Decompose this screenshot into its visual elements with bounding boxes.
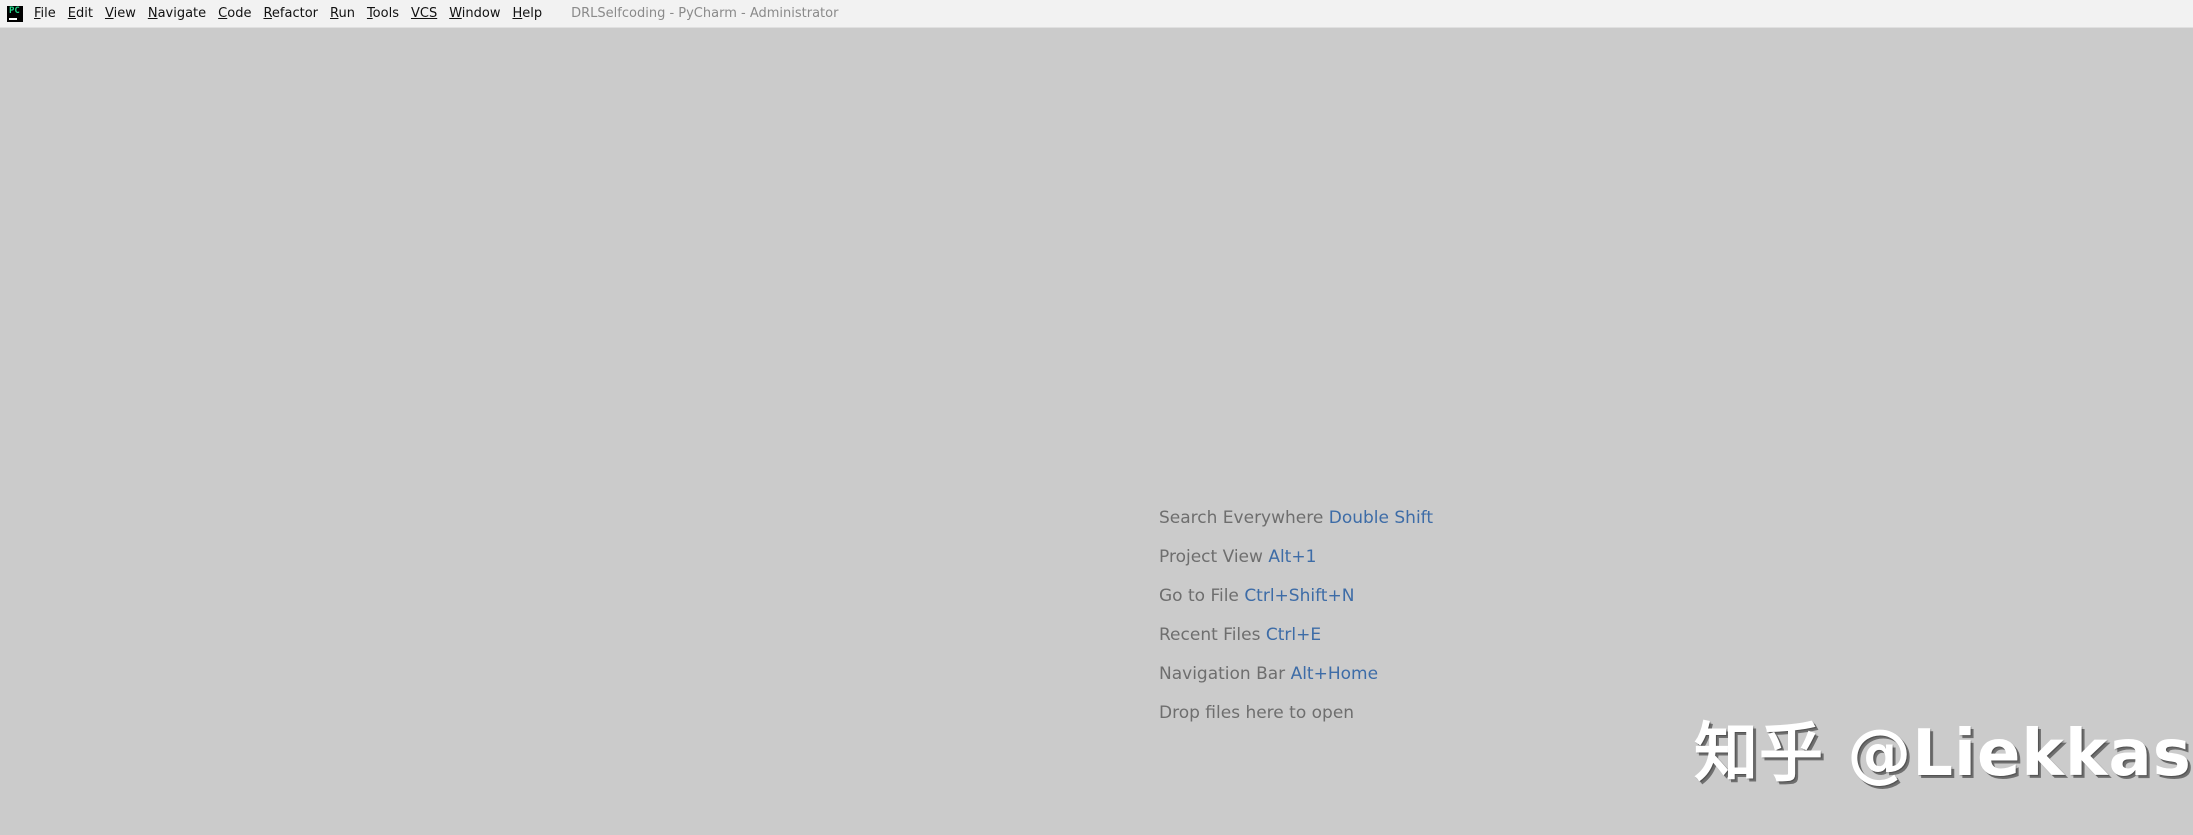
hint-shortcut: Alt+Home <box>1290 664 1379 684</box>
hint-label: Project View <box>1159 547 1263 567</box>
hint-go-to-file: Go to File Ctrl+Shift+N <box>1159 583 1433 622</box>
menu-code[interactable]: Code <box>212 0 257 28</box>
hint-search-everywhere: Search Everywhere Double Shift <box>1159 505 1433 544</box>
hint-shortcut: Ctrl+E <box>1265 625 1322 645</box>
title-bar: PC File Edit View Navigate Code Refactor… <box>0 0 2193 28</box>
watermark: 知乎 @Liekkas <box>1694 717 2192 791</box>
hint-project-view: Project View Alt+1 <box>1159 544 1433 583</box>
welcome-hints: Search Everywhere Double Shift Project V… <box>1159 505 1433 739</box>
hint-drop-files: Drop files here to open <box>1159 700 1433 739</box>
window-title: DRLSelfcoding - PyCharm - Administrator <box>571 6 839 21</box>
hint-shortcut: Ctrl+Shift+N <box>1244 586 1355 606</box>
menu-window[interactable]: Window <box>443 0 506 28</box>
hint-label: Drop files here to open <box>1159 703 1355 723</box>
menu-file[interactable]: File <box>34 0 62 28</box>
menu-vcs[interactable]: VCS <box>405 0 443 28</box>
menu-navigate[interactable]: Navigate <box>142 0 212 28</box>
menu-edit[interactable]: Edit <box>62 0 99 28</box>
menu-tools[interactable]: Tools <box>361 0 405 28</box>
hint-label: Navigation Bar <box>1159 664 1286 684</box>
hint-label: Search Everywhere <box>1159 508 1324 528</box>
menu-bar: File Edit View Navigate Code Refactor Ru… <box>34 0 548 28</box>
hint-recent-files: Recent Files Ctrl+E <box>1159 622 1433 661</box>
pycharm-icon[interactable]: PC <box>7 5 23 22</box>
hint-label: Go to File <box>1159 586 1239 606</box>
hint-shortcut: Double Shift <box>1328 508 1434 528</box>
menu-view[interactable]: View <box>99 0 142 28</box>
menu-run[interactable]: Run <box>324 0 361 28</box>
hint-label: Recent Files <box>1159 625 1261 645</box>
menu-refactor[interactable]: Refactor <box>257 0 324 28</box>
hint-navigation-bar: Navigation Bar Alt+Home <box>1159 661 1433 700</box>
menu-help[interactable]: Help <box>506 0 548 28</box>
hint-shortcut: Alt+1 <box>1268 547 1317 567</box>
